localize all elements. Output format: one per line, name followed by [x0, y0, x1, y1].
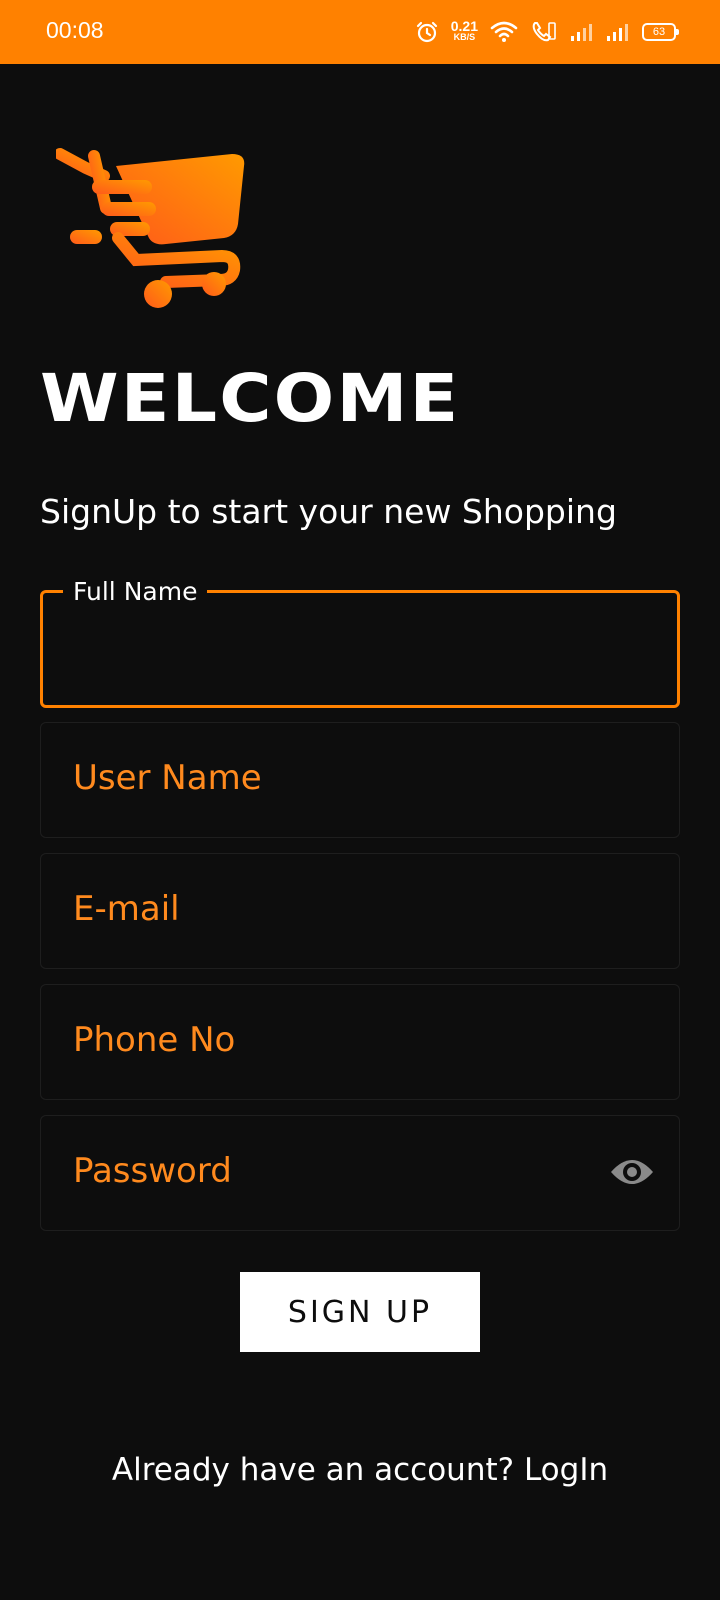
volte-call-icon	[532, 22, 556, 42]
net-speed-unit: KB/S	[453, 32, 476, 42]
signal-icon	[571, 24, 592, 41]
signal-icon	[607, 24, 628, 41]
full-name-field[interactable]: Full Name	[40, 577, 680, 708]
sign-up-button[interactable]: SIGN UP	[240, 1272, 480, 1352]
phone-field[interactable]: Phone No	[40, 984, 680, 1100]
username-field[interactable]: User Name	[40, 722, 680, 838]
status-time: 00:08	[46, 17, 104, 43]
email-placeholder: E-mail	[73, 889, 180, 929]
page-subtitle: SignUp to start your new Shopping	[40, 492, 617, 531]
username-placeholder: User Name	[73, 758, 262, 798]
alarm-icon	[416, 21, 437, 43]
net-speed-value: 0.21	[450, 18, 478, 34]
eye-icon[interactable]	[609, 1154, 655, 1190]
shopping-cart-icon	[56, 148, 245, 308]
battery-icon: 63	[642, 23, 679, 41]
phone-placeholder: Phone No	[73, 1020, 236, 1060]
password-placeholder: Password	[73, 1151, 232, 1191]
full-name-label: Full Name	[63, 577, 208, 607]
login-link[interactable]: Already have an account? LogIn	[0, 1452, 720, 1488]
email-field[interactable]: E-mail	[40, 853, 680, 969]
status-bar: 00:08 0.21 KB/S 63	[0, 0, 720, 64]
status-icons: 0.21 KB/S 63	[415, 16, 679, 48]
password-field[interactable]: Password	[40, 1115, 680, 1231]
wifi-icon	[490, 21, 518, 42]
battery-level: 63	[652, 26, 666, 38]
page-title: WELCOME	[40, 360, 461, 437]
net-speed: 0.21 KB/S	[450, 18, 478, 43]
